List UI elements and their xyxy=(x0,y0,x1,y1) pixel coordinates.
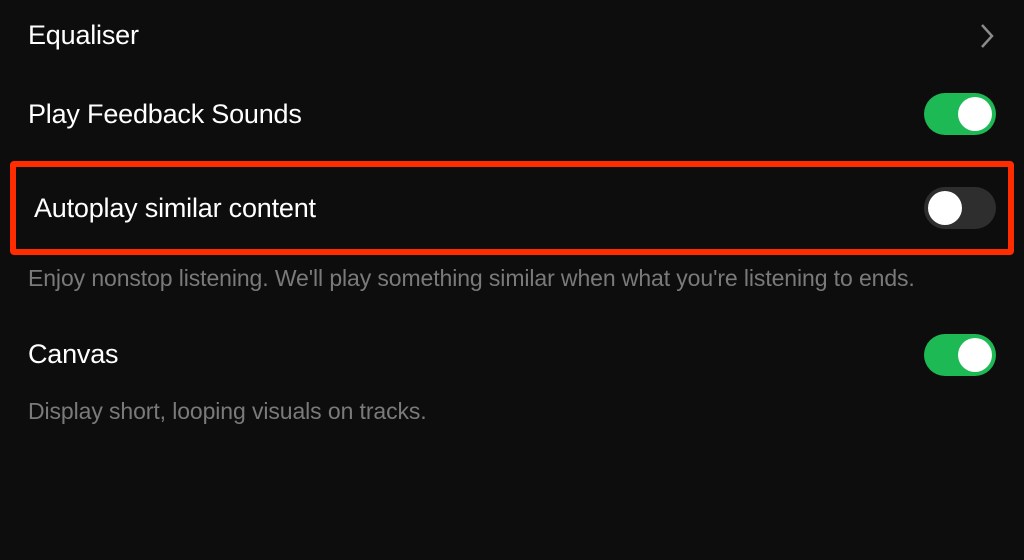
chevron-right-icon xyxy=(978,21,996,51)
play-feedback-label: Play Feedback Sounds xyxy=(28,99,302,130)
autoplay-label: Autoplay similar content xyxy=(34,193,316,224)
toggle-knob-icon xyxy=(928,191,962,225)
autoplay-highlight-box: Autoplay similar content xyxy=(10,161,1014,255)
canvas-description: Display short, looping visuals on tracks… xyxy=(28,394,996,449)
settings-list: Equaliser Play Feedback Sounds Autoplay … xyxy=(0,0,1024,448)
canvas-row: Canvas xyxy=(28,316,996,394)
play-feedback-row: Play Feedback Sounds xyxy=(28,75,996,153)
canvas-toggle[interactable] xyxy=(924,334,996,376)
equaliser-label: Equaliser xyxy=(28,20,139,51)
autoplay-description: Enjoy nonstop listening. We'll play some… xyxy=(28,261,996,316)
toggle-knob-icon xyxy=(958,97,992,131)
equaliser-row[interactable]: Equaliser xyxy=(28,8,996,75)
autoplay-row: Autoplay similar content xyxy=(34,187,996,229)
toggle-knob-icon xyxy=(958,338,992,372)
play-feedback-toggle[interactable] xyxy=(924,93,996,135)
autoplay-toggle[interactable] xyxy=(924,187,996,229)
canvas-label: Canvas xyxy=(28,339,118,370)
